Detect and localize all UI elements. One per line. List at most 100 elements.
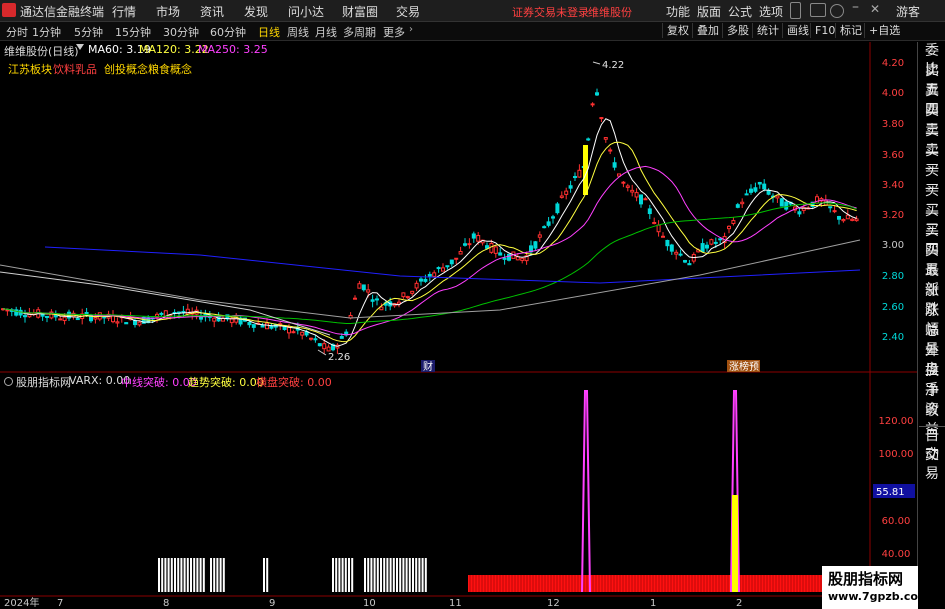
indicator-yellow-bar	[732, 495, 738, 592]
candle-body	[568, 185, 573, 189]
candle-body	[661, 235, 665, 238]
candle-body	[718, 238, 723, 241]
indicator-settings-icon[interactable]	[4, 377, 13, 386]
ma-line	[44, 246, 861, 284]
candle-body	[683, 260, 687, 263]
candle-body	[669, 244, 674, 252]
candle-body	[53, 314, 58, 318]
candle-body	[45, 315, 49, 318]
candle-body	[159, 312, 164, 315]
indicator-name[interactable]: 股朋指标网	[16, 374, 71, 390]
candle-body	[625, 185, 630, 188]
candle-body	[599, 117, 604, 120]
side-panel-item: 外盘	[925, 343, 939, 378]
candle-body	[485, 245, 489, 249]
indicator-bar	[389, 558, 392, 592]
indicator-bar	[216, 558, 219, 592]
indicator-bar	[199, 558, 202, 592]
candle-body	[427, 273, 432, 277]
quote-side-panel: 委比 卖五 卖四 卖三 卖二 卖一 买一 买二 买三 买四 买五 最新 涨跌 涨幅 总量 外盘 换手 净资 收益 自动…	[917, 42, 945, 609]
candle-body	[731, 220, 736, 224]
indicator-bar	[386, 558, 389, 592]
side-panel-item[interactable]: 自动	[919, 426, 945, 463]
price-tick: 2.40	[882, 332, 904, 343]
candle-body	[454, 257, 459, 260]
candle-body	[423, 278, 428, 282]
mid-break-value: 中线突破: 0.00	[121, 376, 197, 389]
candle-body	[678, 253, 683, 256]
side-panel-item[interactable]: 交易	[919, 446, 945, 482]
candle-body	[265, 322, 269, 330]
candle-body	[432, 272, 437, 277]
date-tick: 2024年	[4, 596, 39, 609]
candle-body	[674, 251, 679, 255]
candle-body	[757, 181, 762, 185]
candle-body	[498, 252, 503, 256]
date-tick: 12	[547, 598, 560, 609]
side-panel-item: 买三	[925, 203, 939, 238]
indicator-bar	[373, 558, 376, 592]
indicator-bar	[421, 558, 424, 592]
side-panel-item: 买一	[925, 163, 939, 198]
kline-chart-svg[interactable]: 4.20 4.00 3.80 3.60 3.40 3.20 3.00 2.80 …	[0, 0, 917, 609]
candle-body	[665, 239, 670, 247]
ma-line	[2, 165, 857, 336]
indicator-bars-group	[158, 390, 826, 593]
side-panel-item: 卖一	[925, 143, 939, 178]
side-panel-item: 买二	[925, 183, 939, 218]
limit-up-text: 涨榜预	[729, 360, 759, 373]
candle-body	[749, 188, 753, 193]
date-tick: 2	[736, 598, 742, 609]
indicator-bar	[396, 558, 398, 592]
candle-body	[436, 267, 441, 270]
date-tick: 9	[269, 598, 275, 609]
high-pointer	[592, 61, 601, 65]
indicator-bar	[399, 558, 402, 592]
candle-body	[463, 243, 467, 246]
candle-body	[854, 218, 859, 222]
candle-body	[520, 257, 525, 261]
indicator-bar	[405, 558, 408, 592]
candle-body	[762, 183, 767, 190]
side-panel-item: 委比	[925, 43, 939, 78]
candle-body	[603, 137, 608, 140]
side-panel-item: 换手	[925, 363, 939, 398]
candle-body	[577, 169, 582, 178]
candle-body	[564, 190, 569, 195]
candle-body	[124, 322, 129, 325]
side-panel-item: 涨跌	[925, 283, 939, 318]
indicator-bar	[177, 558, 180, 592]
candle-body	[507, 253, 511, 261]
candle-body	[850, 218, 855, 221]
candle-body	[251, 324, 256, 328]
indicator-bar	[418, 558, 421, 592]
candle-body	[370, 299, 375, 302]
indicator-bar	[424, 558, 427, 592]
candle-body	[608, 149, 613, 152]
candle-body	[317, 343, 322, 347]
side-panel-item: 总量	[925, 323, 939, 358]
candle-body	[445, 265, 450, 268]
indicator-bar	[344, 558, 347, 592]
candle-body	[775, 195, 780, 199]
candle-body	[185, 308, 190, 315]
sideways-break-value: 横盘突破: 0.00	[256, 376, 332, 389]
candle-body	[414, 282, 419, 289]
candle-body	[366, 289, 371, 293]
candle-body	[652, 222, 657, 225]
indicator-bar	[266, 558, 269, 592]
candle-body	[753, 187, 758, 192]
candle-body	[590, 103, 595, 106]
candle-body	[744, 193, 749, 196]
candle-body	[300, 331, 305, 336]
indicator-bar	[161, 558, 164, 592]
candle-body	[291, 331, 296, 334]
candle-body	[784, 201, 789, 210]
candle-body	[471, 233, 476, 239]
candle-body	[797, 211, 802, 215]
candle-body	[449, 259, 454, 265]
candle-body	[634, 192, 639, 198]
indicator-bar	[180, 558, 183, 592]
indicator-bar	[392, 558, 395, 592]
candle-body	[643, 198, 648, 201]
